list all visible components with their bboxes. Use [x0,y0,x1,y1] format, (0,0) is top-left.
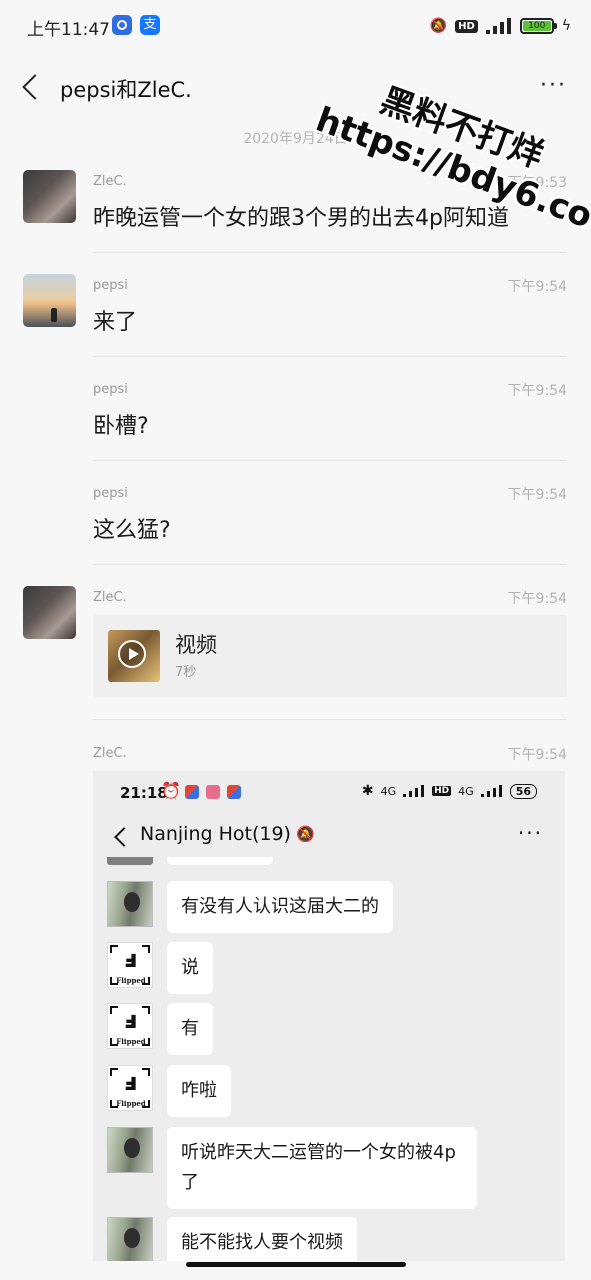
sender-name: ZleC. [93,590,127,605]
partial-bubble [167,857,273,865]
message-time: 下午9:54 [507,487,567,503]
hd-icon: HD [455,19,478,33]
avatar-pepsi[interactable] [23,274,76,327]
message-item: ZleC. 下午9:54 [0,740,591,770]
battery-level: 100 [522,21,551,31]
message-item: pepsi 下午9:54 来了 [0,272,591,358]
message-text[interactable]: 来了 [93,304,137,336]
divider [93,252,567,253]
message-time: 下午9:54 [507,383,567,399]
chat-bubble: 有 [167,1003,213,1055]
dollar-avatar [107,1217,153,1261]
group-title: Nanjing Hot(19) [140,823,291,845]
message-time: 下午9:54 [507,279,567,295]
app-notification-icon [112,15,132,35]
avatar-zlec[interactable] [23,170,76,223]
status-bar: 上午11:47 支 🔕 HD 100 ϟ [0,0,591,52]
divider [93,719,567,720]
divider [93,460,567,461]
video-title: 视频 [175,633,217,657]
back-chevron-icon [111,825,133,847]
battery-icon: 100 [519,18,557,34]
flipped-avatar: ⅎ Flipped [107,942,153,988]
chat-title: pepsi和ZleC. [60,78,192,102]
embedded-status-right: ✱ 4G HD 4G 56 [362,783,537,799]
message-time: 下午9:54 [507,591,567,607]
avatar-zlec[interactable] [23,586,76,639]
signal-icon [485,18,512,34]
video-duration: 7秒 [175,665,197,680]
mute-bell-icon: 🔕 [296,825,315,843]
network-type: 4G [380,784,397,798]
video-thumbnail[interactable] [108,630,160,682]
sender-name: pepsi [93,278,128,293]
chat-bubble: 能不能找人要个视频 [167,1217,357,1261]
message-text[interactable]: 卧槽? [93,408,149,440]
play-icon[interactable] [118,640,146,668]
dollar-avatar [107,881,153,927]
flipped-avatar: ⅎ Flipped [107,1065,153,1111]
divider [93,356,567,357]
chat-bubble: 有没有人认识这届大二的 [167,881,393,933]
hd-icon: HD [432,786,452,796]
bluetooth-icon: ✱ [361,783,374,799]
video-message-card[interactable]: 视频 7秒 [93,615,567,697]
charging-icon: ϟ [561,18,571,34]
chat-bubble: 听说昨天大二运管的一个女的被4p了 [167,1127,477,1209]
chat-bubble: 说 [167,942,213,994]
mute-icon: 🔕 [429,18,448,34]
embedded-status-bar: 21:18 ⏰ ✱ 4G HD 4G 56 [93,771,565,815]
message-time: 下午9:54 [507,747,567,763]
flipped-avatar: ⅎ Flipped [107,1003,153,1049]
chat-bubble: 咋啦 [167,1065,231,1117]
notification-icon [185,785,199,799]
status-time: 上午11:47 [27,20,110,40]
image-message-screenshot[interactable]: 21:18 ⏰ ✱ 4G HD 4G 56 Nanjing Hot(19) 🔕 … [93,771,565,1261]
chat-header: pepsi和ZleC. ··· [0,60,591,116]
signal-icon [480,785,503,797]
sender-name: pepsi [93,382,128,397]
message-item: pepsi 下午9:54 卧槽? [0,376,591,462]
status-right-icons: 🔕 HD 100 ϟ [430,15,571,37]
dollar-avatar [107,1127,153,1173]
sender-name: ZleC. [93,174,127,189]
home-indicator[interactable] [186,1262,406,1267]
signal-icon [403,785,425,797]
back-chevron-icon[interactable] [18,72,48,102]
sender-name: ZleC. [93,746,127,761]
more-options-button[interactable]: ··· [540,75,567,97]
message-item: pepsi 下午9:54 这么猛? [0,480,591,566]
alipay-notification-icon: 支 [140,15,160,35]
more-icon: ··· [517,821,543,845]
message-text[interactable]: 这么猛? [93,512,171,544]
sender-name: pepsi [93,486,128,501]
battery-level: 56 [509,783,537,799]
notification-icon [206,785,220,799]
message-text[interactable]: 昨晚运管一个女的跟3个男的出去4p阿知道 [93,200,509,232]
notification-icon [227,785,241,799]
alarm-icon: ⏰ [161,781,181,800]
partial-avatar [107,857,153,865]
network-type: 4G [458,784,474,798]
divider [93,564,567,565]
embedded-chat-header: Nanjing Hot(19) 🔕 ··· [93,815,565,859]
